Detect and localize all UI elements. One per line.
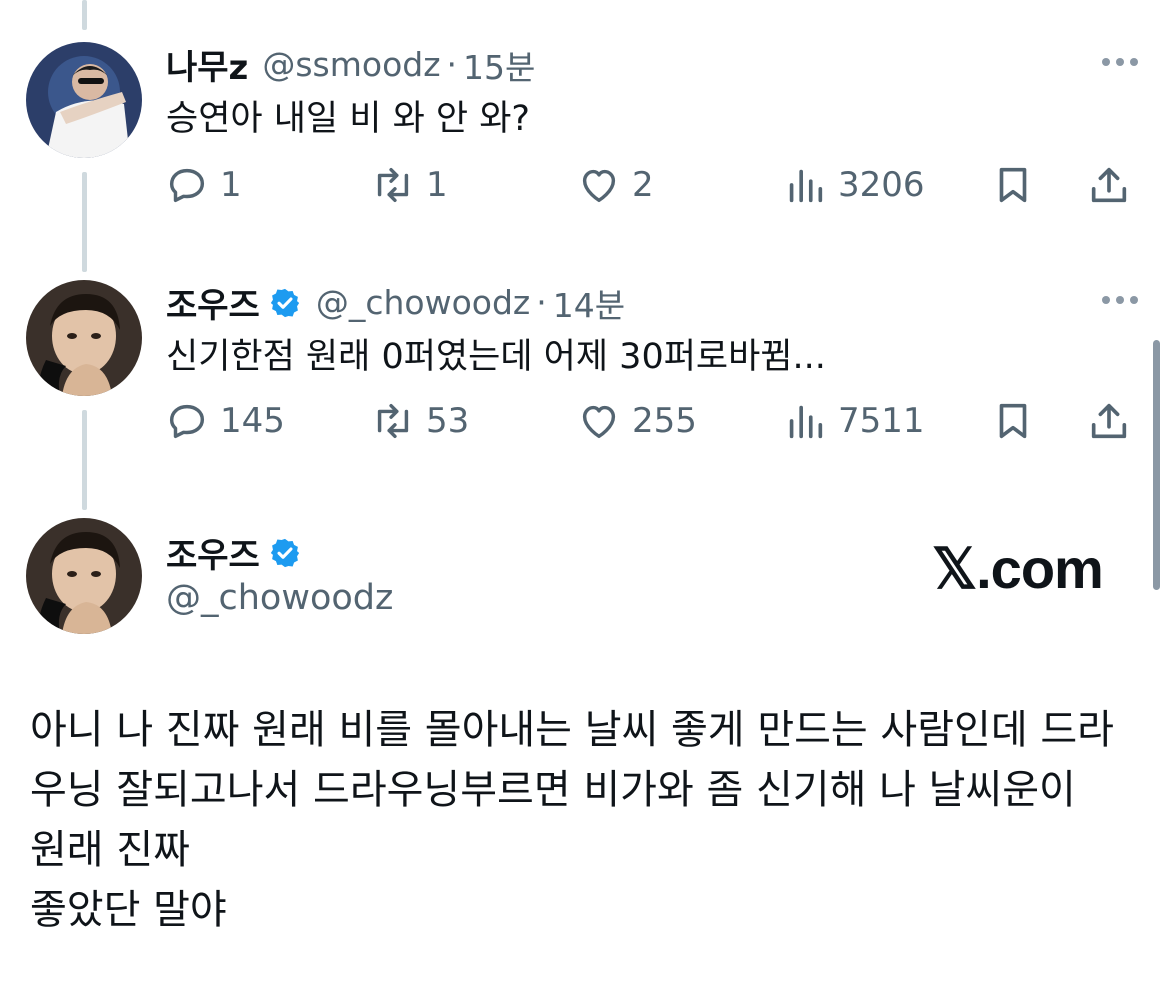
- like-count: 255: [632, 401, 697, 441]
- avatar[interactable]: [26, 42, 142, 158]
- views-button[interactable]: 7511: [782, 398, 925, 444]
- tweet-text-line: 좋았단 말야: [30, 887, 227, 933]
- views-button[interactable]: 3206: [782, 162, 925, 208]
- main-tweet-header: 조우즈: [166, 528, 302, 577]
- bar-chart-icon: [789, 405, 823, 439]
- bookmark-button[interactable]: [990, 398, 1036, 444]
- retweet-count: 1: [426, 165, 448, 205]
- action-bar: 145 53 255 7511: [164, 398, 1140, 448]
- tweet-text: 신기한점 원래 0퍼였는데 어제 30퍼로바뀜...: [166, 337, 826, 377]
- retweet-icon: [377, 403, 409, 439]
- handle[interactable]: @_chowoodz: [316, 283, 530, 322]
- separator-dot: ·: [536, 283, 547, 322]
- share-button[interactable]: [1086, 162, 1132, 208]
- share-button[interactable]: [1086, 398, 1132, 444]
- retweet-button[interactable]: 1: [370, 162, 448, 208]
- view-count: 3206: [838, 165, 925, 205]
- avatar[interactable]: [26, 518, 142, 634]
- verified-badge-icon: [270, 288, 300, 317]
- retweet-icon: [377, 167, 409, 203]
- like-button[interactable]: 255: [576, 398, 697, 444]
- thread-line-top: [82, 0, 87, 30]
- display-name[interactable]: 조우즈: [166, 528, 260, 577]
- handle[interactable]: @_chowoodz: [166, 578, 393, 618]
- thread-line-2: [82, 410, 87, 510]
- bookmark-icon: [999, 403, 1027, 439]
- tweet-text-line: 아니 나 진짜 원래 비를 몰아내는 날씨 좋게 만드는 사람인데 드라: [30, 707, 1114, 753]
- more-dots-icon[interactable]: [1102, 58, 1138, 66]
- timestamp[interactable]: 14분: [553, 279, 625, 327]
- handle[interactable]: @ssmoodz: [262, 45, 440, 84]
- heart-icon: [582, 405, 616, 439]
- bookmark-icon: [999, 167, 1027, 203]
- display-name[interactable]: 조우즈: [166, 278, 260, 327]
- reply-button[interactable]: 145: [164, 398, 285, 444]
- share-icon: [1091, 403, 1127, 439]
- scrollbar[interactable]: [1153, 340, 1160, 590]
- retweet-button[interactable]: 53: [370, 398, 469, 444]
- tweet-header: 나무z @ssmoodz · 15분: [166, 40, 535, 89]
- main-tweet-text: 아니 나 진짜 원래 비를 몰아내는 날씨 좋게 만드는 사람인데 드라 우닝 …: [30, 700, 1114, 940]
- x-com-watermark: 𝕏.com: [932, 537, 1104, 600]
- tweet-text-line: 원래 진짜: [30, 827, 190, 873]
- action-bar: 1 1 2 3206: [164, 162, 1140, 212]
- retweet-count: 53: [426, 401, 470, 441]
- avatar[interactable]: [26, 280, 142, 396]
- display-name[interactable]: 나무z: [166, 40, 248, 89]
- thread-line-1: [82, 172, 87, 272]
- bar-chart-icon: [789, 169, 823, 203]
- view-count: 7511: [838, 401, 925, 441]
- more-dots-icon[interactable]: [1102, 296, 1138, 304]
- reply-count: 1: [220, 165, 242, 205]
- tweet-text-line: 우닝 잘되고나서 드라우닝부르면 비가와 좀 신기해 나 날씨운이: [30, 767, 1076, 813]
- speech-bubble-icon: [169, 168, 205, 203]
- like-count: 2: [632, 165, 654, 205]
- reply-count: 145: [220, 401, 285, 441]
- tweet-header: 조우즈 @_chowoodz · 14분: [166, 278, 625, 327]
- timestamp[interactable]: 15분: [463, 41, 535, 89]
- verified-badge-icon: [270, 538, 300, 567]
- like-button[interactable]: 2: [576, 162, 654, 208]
- share-icon: [1091, 167, 1127, 203]
- separator-dot: ·: [446, 45, 458, 84]
- bookmark-button[interactable]: [990, 162, 1036, 208]
- heart-icon: [582, 169, 616, 203]
- tweet-text: 승연아 내일 비 와 안 와?: [166, 99, 531, 139]
- speech-bubble-icon: [169, 404, 205, 439]
- reply-button[interactable]: 1: [164, 162, 242, 208]
